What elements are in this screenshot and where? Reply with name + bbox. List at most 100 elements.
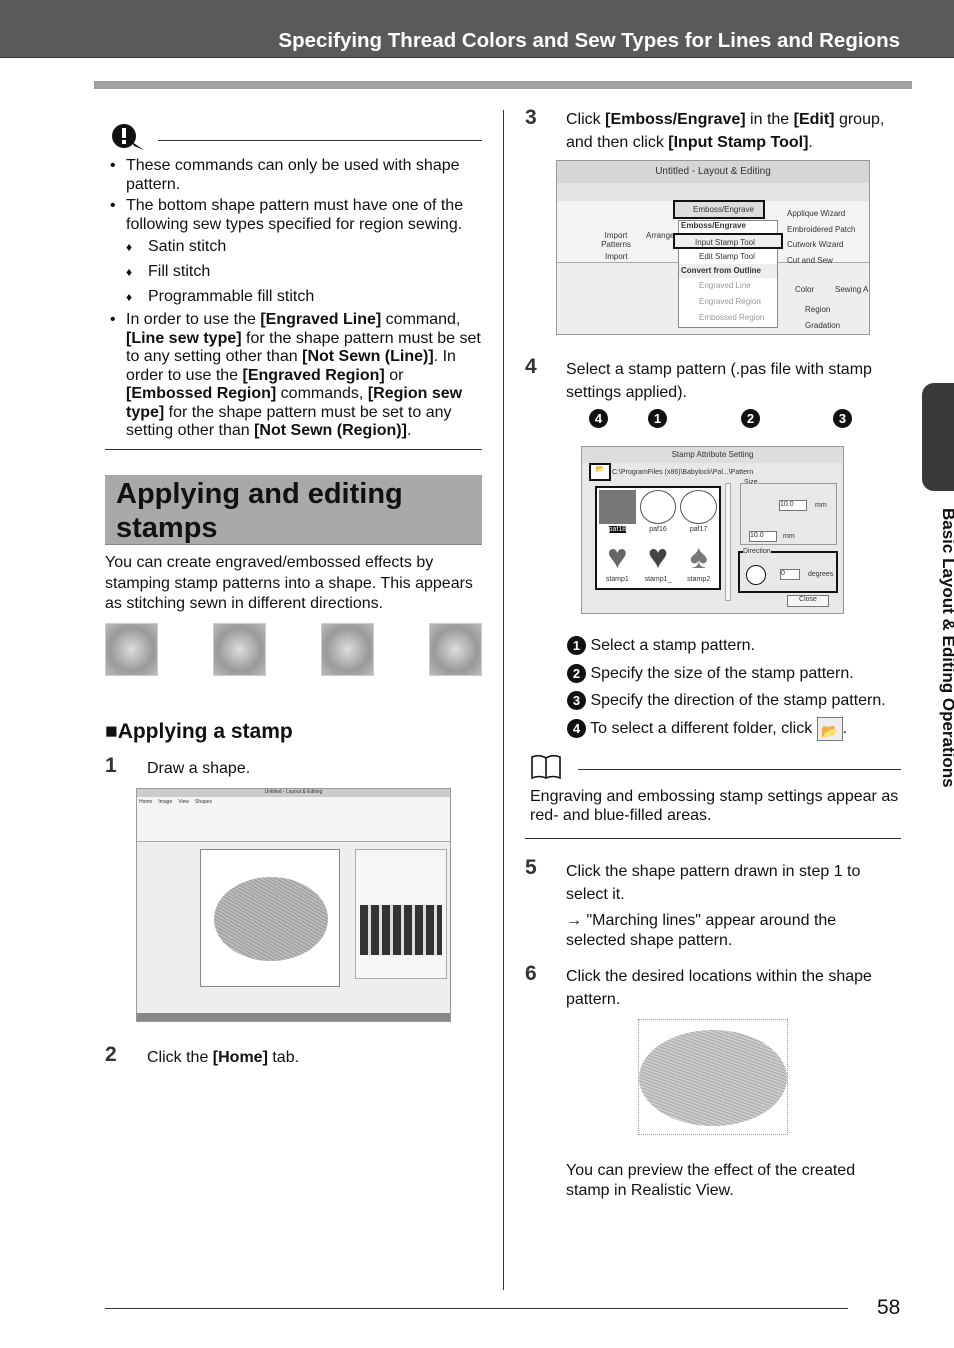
window-title: Untitled - Layout & Editing	[557, 161, 869, 183]
t: .	[406, 422, 412, 439]
t: Specify the size of the stamp pattern.	[590, 664, 854, 682]
callout-item: 1 Select a stamp pattern.	[567, 632, 886, 660]
ribbon-right-items: Applique Wizard Embroidered Patch Cutwork …	[787, 206, 855, 268]
stamp-item[interactable]: ♥ stamp1	[597, 538, 638, 588]
size-width-input[interactable]: 10.0	[779, 500, 807, 511]
t: Click the	[147, 1049, 213, 1066]
callout-item: 3 Specify the direction of the stamp pat…	[567, 687, 886, 715]
canvas[interactable]	[200, 849, 340, 987]
radio-region[interactable]: Region	[805, 305, 830, 314]
dialog-title: Stamp Attribute Setting	[582, 447, 843, 463]
t: commands,	[276, 385, 368, 402]
t: command,	[381, 311, 461, 328]
t: tab.	[267, 1049, 300, 1066]
step-number: 4	[525, 355, 537, 378]
import-patterns-button[interactable]: Import Patterns	[597, 231, 635, 249]
status-bar	[137, 1013, 450, 1021]
step-text: Draw a shape.	[147, 760, 251, 777]
callout-item: 4 To select a different folder, click 📂.	[567, 715, 886, 743]
menu-item-disabled: Engraved Line	[699, 281, 751, 290]
header-rule	[94, 81, 912, 89]
t: [Emboss/Engrave]	[605, 111, 746, 128]
chapter-title: Basic Layout & Editing Operations	[939, 508, 954, 788]
ellipse-shape[interactable]	[214, 877, 328, 961]
stamp-item[interactable]: ♥ stamp1_	[638, 538, 679, 588]
label: paf17	[689, 526, 708, 533]
arrange-button[interactable]: Arrange	[646, 231, 674, 240]
note-text: The bottom shape pattern must have one o…	[126, 197, 464, 233]
callout-list: 1 Select a stamp pattern. 2 Specify the …	[567, 632, 886, 743]
t: [Not Sewn (Region)]	[254, 422, 407, 439]
callout-marker: 3	[833, 409, 852, 428]
close-button[interactable]: Close	[787, 595, 829, 607]
t: Click	[566, 111, 606, 128]
size-group: Size 10.0 mm 10.0 mm	[740, 479, 837, 545]
label: stamp1_	[644, 576, 672, 583]
stamp-item[interactable]: paf17	[678, 488, 719, 538]
callout-item: 2 Specify the size of the stamp pattern.	[567, 660, 886, 688]
stamp-item[interactable]: paf18	[597, 488, 638, 538]
folder-open-icon: 📂	[816, 716, 843, 741]
callout-marker: 4	[567, 719, 586, 739]
step-text: Click the [Home] tab.	[147, 1046, 299, 1069]
label: paf18	[608, 526, 627, 533]
stamp-attribute-dialog: Stamp Attribute Setting 📂 C:\ProgramFile…	[581, 446, 844, 614]
step-text: Click the shape pattern drawn in step 1 …	[566, 863, 861, 903]
t: To select a different folder, click	[590, 720, 813, 738]
section-intro: You can create engraved/embossed effects…	[105, 554, 473, 612]
ribbon-item[interactable]: Cutwork Wizard	[787, 237, 855, 253]
exclamation-note-icon	[110, 122, 145, 152]
callout-marker: 4	[589, 409, 608, 428]
folder-path: C:\ProgramFiles (x86)\Babylock\Pal...\Pa…	[612, 469, 754, 476]
subsection-title: Applying a stamp	[117, 720, 293, 743]
t: [Engraved Region]	[242, 366, 385, 384]
step-result: → "Marching lines" appear around the sel…	[566, 911, 866, 951]
direction-input[interactable]: 0	[780, 569, 800, 580]
note-bullet: In order to use the [Engraved Line] comm…	[105, 311, 482, 441]
tab: Image	[158, 799, 173, 805]
step-number: 1	[105, 754, 117, 777]
arrow-icon: →	[566, 912, 582, 929]
column-divider	[503, 110, 504, 1290]
folder-open-icon[interactable]: 📂	[589, 463, 611, 481]
t: [Engraved Line]	[260, 311, 382, 328]
emboss-engrave-button[interactable]: Emboss/Engrave	[673, 200, 765, 219]
page-header: Specifying Thread Colors and Sew Types f…	[0, 0, 954, 58]
label: mm	[815, 502, 827, 509]
step-number: 3	[525, 106, 537, 129]
label: Direction	[743, 548, 771, 555]
direction-dial[interactable]	[746, 565, 766, 585]
note-bullet: The bottom shape pattern must have one o…	[105, 197, 482, 308]
ribbon-item[interactable]: Cut and Sew	[787, 253, 855, 269]
t: [Not Sewn (Line)]	[302, 348, 434, 365]
tab-sewing[interactable]: Sewing A	[835, 285, 868, 294]
group-label: Import	[605, 252, 628, 261]
t: or	[384, 366, 404, 384]
stamp-item[interactable]: paf16	[638, 488, 679, 538]
menu-item-input-stamp-tool[interactable]: Input Stamp Tool	[673, 233, 783, 249]
tab-color[interactable]: Color	[795, 285, 814, 294]
stamp-list[interactable]: paf18 paf16 paf17 ♥ stamp1 ♥ stamp1_ ♠ stam…	[595, 486, 721, 590]
step-number: 6	[525, 962, 537, 985]
screenshot-emboss-menu: Untitled - Layout & Editing Import Patte…	[556, 160, 870, 335]
checkbox-gradation[interactable]: Gradation	[805, 321, 840, 330]
memo-end-rule	[525, 838, 901, 839]
label: paf16	[649, 526, 667, 533]
menu-item-edit-stamp-tool[interactable]: Edit Stamp Tool	[679, 249, 777, 264]
ribbon-item[interactable]: Applique Wizard	[787, 206, 855, 222]
t: [Line sew type]	[126, 329, 242, 347]
memo-text: Engraving and embossing stamp settings a…	[530, 788, 899, 824]
section-banner: Applying and editing stamps	[105, 475, 482, 545]
t: [Home]	[212, 1049, 268, 1066]
size-height-input[interactable]: 10.0	[749, 531, 777, 542]
step-text: Click the desired locations within the s…	[566, 968, 872, 1008]
color-swatches[interactable]	[360, 905, 442, 955]
callout-marker: 1	[648, 409, 667, 428]
note-rule	[158, 140, 482, 141]
callout-marker: 1	[567, 636, 586, 655]
callout-marker: 2	[567, 663, 586, 683]
menu-header: Emboss/Engrave	[681, 221, 746, 230]
stamp-item[interactable]: ♠ stamp2	[678, 538, 719, 588]
scrollbar[interactable]	[725, 483, 731, 601]
ribbon-item[interactable]: Embroidered Patch	[787, 222, 855, 238]
